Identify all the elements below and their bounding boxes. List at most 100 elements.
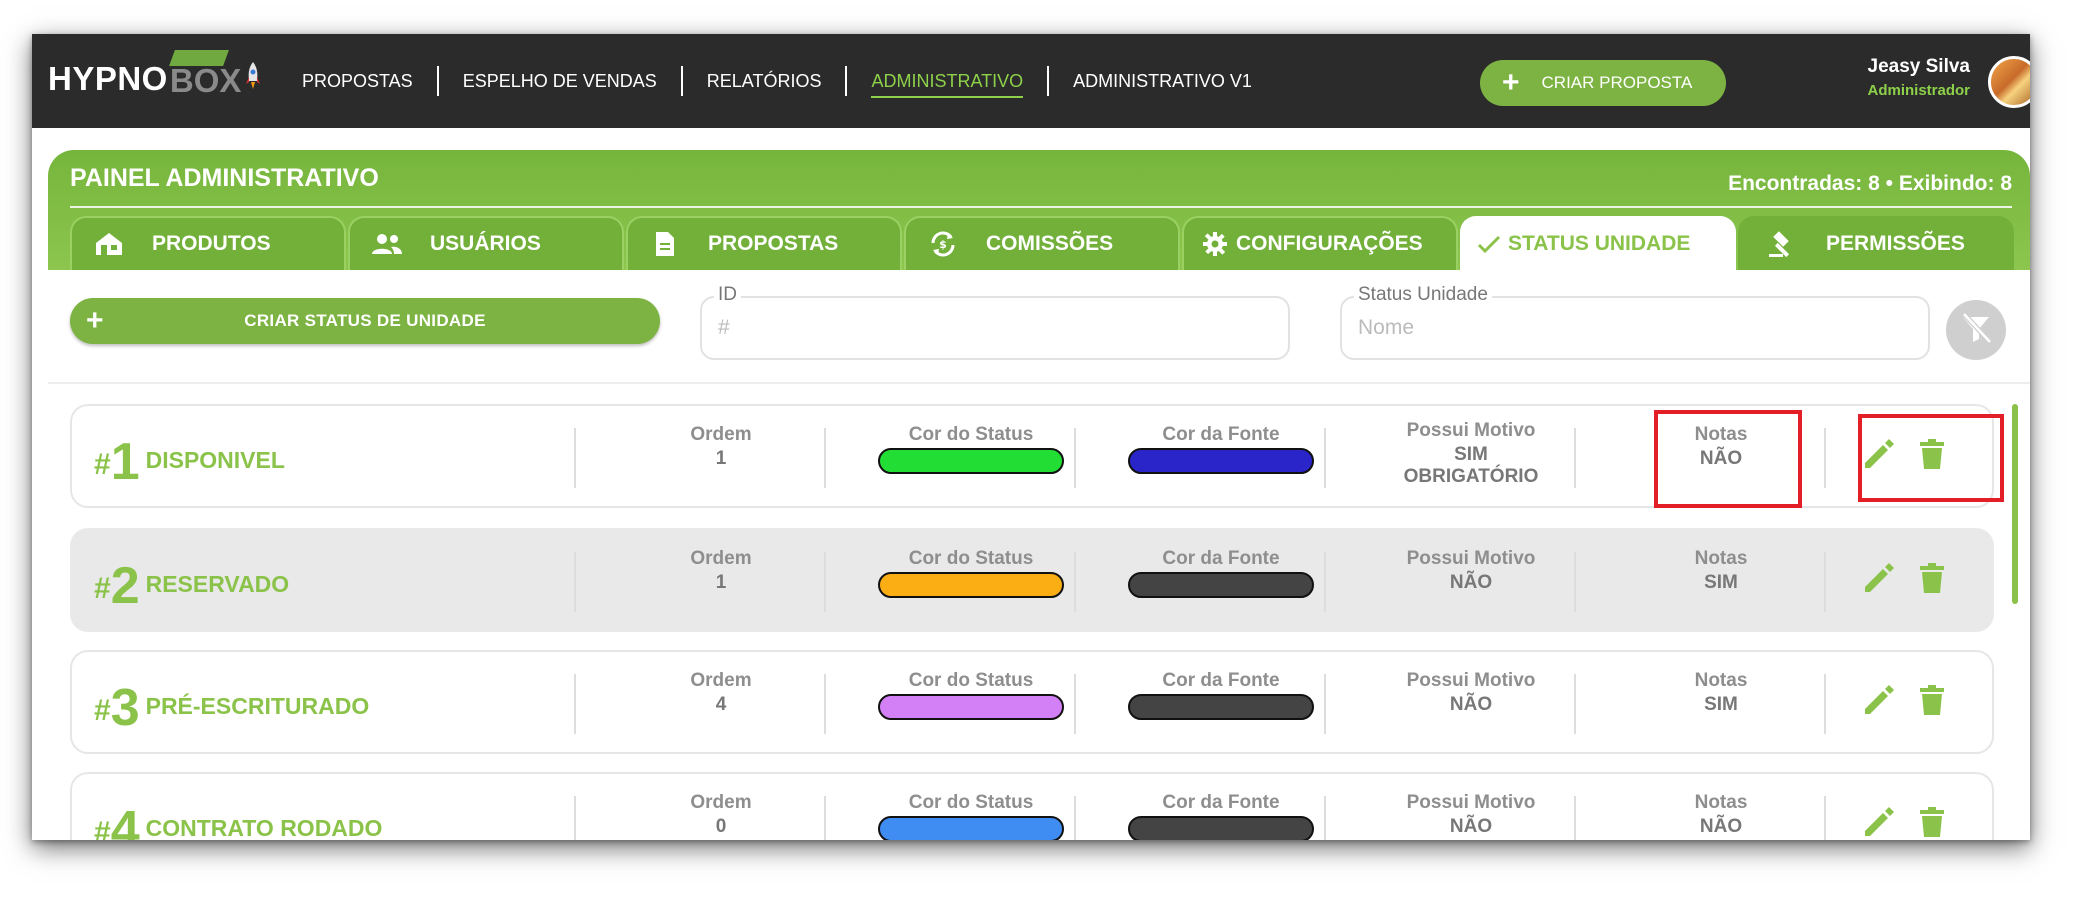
- id-input[interactable]: [718, 316, 1187, 340]
- column-divider: [824, 428, 826, 488]
- logo-cube-icon: [168, 50, 229, 66]
- user-info[interactable]: Jeasy Silva Administrador: [1867, 56, 1970, 99]
- motivo-cell: Possui Motivo NÃO: [1356, 670, 1586, 716]
- ordem-label: Ordem: [690, 670, 752, 691]
- status-number: 2: [110, 557, 140, 615]
- tab-label: COMISSÕES: [986, 232, 1114, 255]
- notas-value: SIM: [1704, 572, 1738, 593]
- create-proposal-button[interactable]: + CRIAR PROPOSTA: [1480, 60, 1726, 106]
- status-filter: Status Unidade: [1340, 284, 1930, 360]
- status-row: # 4 CONTRATO RODADO Ordem 0 Cor do Statu…: [70, 772, 1994, 840]
- nav-espelho-de-vendas[interactable]: ESPELHO DE VENDAS: [439, 66, 681, 96]
- column-divider: [1324, 428, 1326, 488]
- row-actions: [1860, 558, 1968, 598]
- nav-administrativo[interactable]: ADMINISTRATIVO: [847, 66, 1047, 98]
- tab-usuarios[interactable]: USUÁRIOS: [348, 216, 624, 270]
- ordem-value: 0: [715, 816, 727, 837]
- status-id: # 4 CONTRATO RODADO: [94, 790, 382, 840]
- motivo-label: Possui Motivo: [1406, 670, 1536, 691]
- avatar[interactable]: [1988, 56, 2030, 108]
- edit-icon[interactable]: [1860, 680, 1896, 720]
- tab-produtos[interactable]: PRODUTOS: [70, 216, 346, 270]
- status-id: # 2 RESERVADO: [94, 546, 289, 618]
- document-icon: [648, 231, 682, 257]
- nav-relatorios[interactable]: RELATÓRIOS: [683, 66, 846, 96]
- status-number: 4: [110, 801, 140, 840]
- status-number: 3: [110, 679, 140, 737]
- motivo-label: Possui Motivo: [1406, 420, 1536, 441]
- motivo-value: NÃO: [1449, 572, 1493, 593]
- column-divider: [574, 796, 576, 840]
- hash-symbol: #: [94, 816, 111, 840]
- ordem-cell: Ordem 1: [606, 424, 836, 470]
- nav-propostas[interactable]: PROPOSTAS: [278, 66, 437, 96]
- column-divider: [1824, 796, 1826, 840]
- tab-status-unidade[interactable]: STATUS UNIDADE: [1460, 216, 1736, 270]
- hypnobox-logo[interactable]: HYPNO BOX: [48, 50, 261, 104]
- clear-filter-button[interactable]: [1946, 300, 2006, 360]
- logo-text-box: BOX: [168, 50, 241, 100]
- status-color-label: Cor do Status: [908, 670, 1034, 691]
- font-color-cell: Cor da Fonte: [1106, 670, 1336, 720]
- status-name-input[interactable]: [1358, 316, 1827, 340]
- status-color-cell: Cor do Status: [856, 792, 1086, 840]
- edit-icon[interactable]: [1860, 558, 1896, 598]
- tab-propostas[interactable]: PROPOSTAS: [626, 216, 902, 270]
- tab-permissoes[interactable]: PERMISSÕES: [1738, 216, 2014, 270]
- main-nav: PROPOSTAS ESPELHO DE VENDAS RELATÓRIOS A…: [278, 34, 1276, 128]
- column-divider: [1074, 552, 1076, 612]
- notas-value: NÃO: [1699, 816, 1743, 837]
- status-color-swatch: [878, 816, 1064, 840]
- ordem-value: 1: [715, 572, 727, 593]
- font-color-cell: Cor da Fonte: [1106, 424, 1336, 474]
- list-scrollbar[interactable]: [2012, 404, 2018, 604]
- font-color-swatch: [1128, 694, 1314, 720]
- column-divider: [1324, 796, 1326, 840]
- plus-icon: +: [1502, 66, 1520, 99]
- status-number: 1: [110, 433, 140, 491]
- column-divider: [1574, 674, 1576, 734]
- svg-text:$: $: [939, 238, 947, 251]
- column-divider: [1074, 428, 1076, 488]
- notas-cell: Notas SIM: [1606, 548, 1836, 594]
- status-color-cell: Cor do Status: [856, 670, 1086, 720]
- column-divider: [1574, 428, 1576, 488]
- font-color-swatch: [1128, 816, 1314, 840]
- status-color-cell: Cor do Status: [856, 548, 1086, 598]
- ordem-value: 4: [715, 694, 727, 715]
- trash-icon[interactable]: [1914, 680, 1950, 720]
- check-icon: [1476, 231, 1502, 257]
- motivo-cell: Possui Motivo SIM OBRIGATÓRIO: [1356, 420, 1586, 488]
- motivo-value: NÃO: [1449, 694, 1493, 715]
- status-name: DISPONIVEL: [145, 447, 285, 473]
- motivo-cell: Possui Motivo NÃO: [1356, 548, 1586, 594]
- tab-configuracoes[interactable]: CONFIGURAÇÕES: [1182, 216, 1458, 270]
- trash-icon[interactable]: [1914, 558, 1950, 598]
- create-proposal-label: CRIAR PROPOSTA: [1541, 73, 1693, 92]
- column-divider: [1824, 552, 1826, 612]
- status-name: PRÉ-ESCRITURADO: [145, 693, 370, 719]
- motivo-value: SIM: [1454, 444, 1488, 465]
- motivo-value: NÃO: [1449, 816, 1493, 837]
- column-divider: [824, 674, 826, 734]
- gear-icon: [1198, 231, 1232, 257]
- edit-icon[interactable]: [1860, 802, 1896, 840]
- motivo-required: OBRIGATÓRIO: [1403, 466, 1539, 487]
- create-status-button[interactable]: + CRIAR STATUS DE UNIDADE: [70, 298, 660, 344]
- row-actions: [1860, 680, 1968, 720]
- nav-administrativo-v1[interactable]: ADMINISTRATIVO V1: [1049, 66, 1276, 96]
- column-divider: [1574, 552, 1576, 612]
- tab-label: STATUS UNIDADE: [1508, 232, 1691, 255]
- id-filter-label: ID: [714, 284, 741, 306]
- gavel-icon: [1766, 231, 1800, 258]
- hash-symbol: #: [94, 448, 111, 481]
- tab-comissoes[interactable]: $ COMISSÕES: [904, 216, 1180, 270]
- admin-panel: PAINEL ADMINISTRATIVO Encontradas: 8 • E…: [48, 150, 2030, 840]
- panel-header: PAINEL ADMINISTRATIVO Encontradas: 8 • E…: [48, 150, 2030, 270]
- column-divider: [1324, 552, 1326, 612]
- font-color-label: Cor da Fonte: [1162, 548, 1280, 569]
- status-color-label: Cor do Status: [908, 424, 1034, 445]
- font-color-label: Cor da Fonte: [1162, 424, 1280, 445]
- tab-label: PRODUTOS: [152, 232, 271, 255]
- trash-icon[interactable]: [1914, 802, 1950, 840]
